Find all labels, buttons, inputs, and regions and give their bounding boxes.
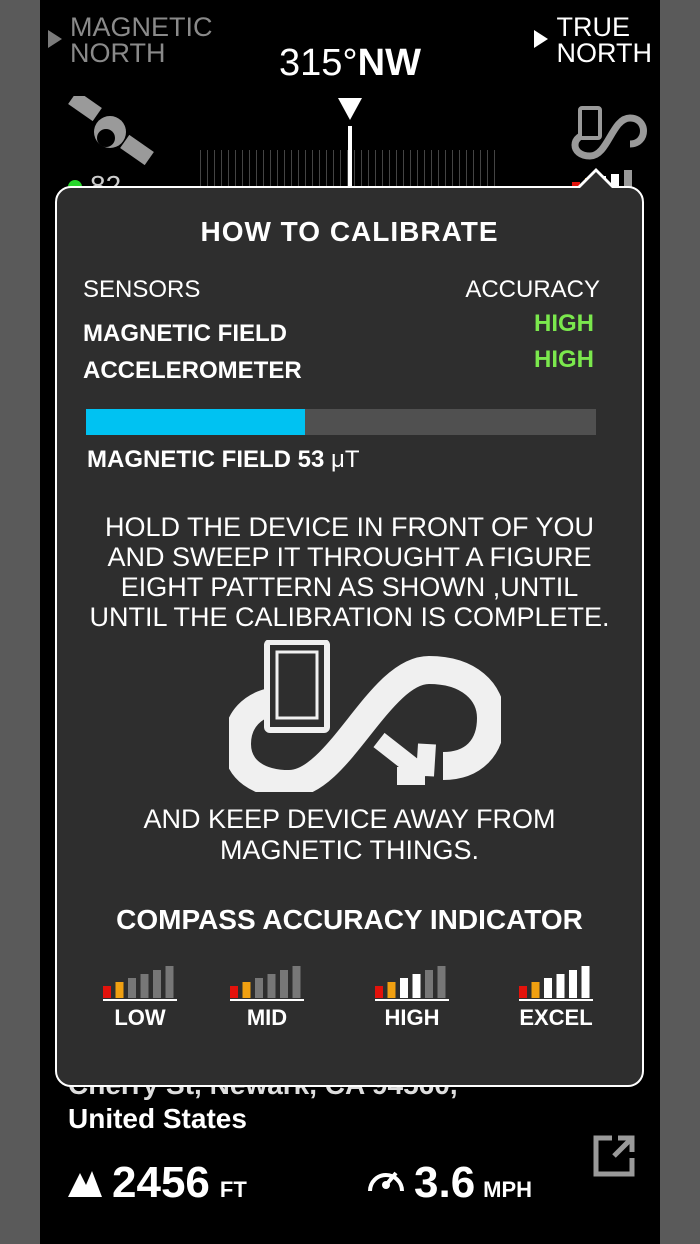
accuracy-bars-icon	[230, 966, 301, 998]
heading-pointer-icon	[338, 98, 362, 120]
accuracy-bar	[230, 986, 238, 998]
sensor-name-magnetic: MAGNETIC FIELD	[83, 320, 287, 347]
satellite-icon[interactable]	[68, 96, 154, 168]
accuracy-bar	[165, 966, 174, 998]
heading-needle	[348, 126, 352, 188]
accuracy-header: ACCURACY	[465, 276, 600, 303]
indicator-excel: EXCEL	[511, 966, 601, 1031]
dialog-caret-inner	[579, 172, 613, 189]
accuracy-bars-icon	[103, 966, 174, 998]
instruction-line: AND SWEEP IT THROUGHT A FIGURE	[107, 542, 592, 572]
warning-line: AND KEEP DEVICE AWAY FROM	[143, 804, 556, 834]
instruction-line: UNTIL THE CALIBRATION IS COMPLETE.	[89, 602, 610, 632]
true-north-line1: TRUE	[556, 12, 630, 42]
accuracy-bar	[375, 986, 383, 998]
indicator-high: HIGH	[367, 966, 457, 1031]
accuracy-bar	[267, 974, 276, 998]
indicator-label: EXCEL	[519, 1005, 593, 1030]
accuracy-bar	[569, 970, 577, 998]
field-strength-fill	[86, 409, 306, 435]
warning-line: MAGNETIC THINGS.	[219, 835, 480, 865]
dialog-title: HOW TO CALIBRATE	[200, 216, 499, 247]
instruction-line: HOLD THE DEVICE IN FRONT OF YOU	[104, 512, 595, 542]
indicator-label: HIGH	[384, 1005, 440, 1030]
magnet-warning: AND KEEP DEVICE AWAY FROM MAGNETIC THING…	[57, 804, 642, 866]
magnetic-north-line1: MAGNETIC	[70, 12, 213, 42]
accuracy-bar	[531, 982, 540, 998]
field-strength-text: MAGNETIC FIELD 53	[87, 446, 325, 473]
accuracy-bar	[556, 974, 565, 998]
accuracy-bar	[103, 986, 111, 998]
accuracy-bar	[292, 966, 301, 998]
heading-readout: 315°NW	[40, 42, 660, 85]
sensors-header: SENSORS	[83, 276, 201, 303]
indicator-label: LOW	[114, 1005, 166, 1030]
calibrate-figure-eight-icon[interactable]	[568, 104, 650, 160]
indicator-underline	[103, 999, 177, 1001]
altitude-value: 2456	[112, 1158, 210, 1207]
accuracy-bar	[412, 974, 421, 998]
accuracy-bars-icon	[375, 966, 446, 998]
accuracy-bar	[387, 982, 396, 998]
indicator-underline	[375, 999, 449, 1001]
accuracy-bar	[153, 970, 161, 998]
instruction-line: EIGHT PATTERN AS SHOWN ,UNTIL	[120, 572, 579, 602]
accuracy-bar	[280, 970, 288, 998]
indicator-mid: MID	[222, 966, 312, 1031]
heading-degrees: 315°	[279, 42, 358, 84]
accuracy-bar	[519, 986, 527, 998]
indicator-underline	[230, 999, 304, 1001]
altitude-unit: FT	[219, 1177, 247, 1202]
speedometer-icon	[368, 1171, 404, 1192]
field-strength-bar	[86, 409, 596, 435]
accuracy-bar	[581, 966, 590, 998]
sensor-name-accelerometer: ACCELEROMETER	[83, 357, 302, 384]
calibration-dialog: HOW TO CALIBRATE SENSORS ACCURACY MAGNET…	[55, 172, 644, 1087]
indicator-underline	[519, 999, 593, 1001]
figure-eight-illustration-icon	[229, 640, 501, 792]
field-strength-label: MAGNETIC FIELD 53 μT	[87, 446, 360, 474]
indicator-low: LOW	[95, 966, 185, 1031]
field-unit: μT	[331, 446, 360, 473]
accuracy-bar	[425, 970, 433, 998]
accuracy-bars-icon	[519, 966, 590, 998]
speed-readout: 3.6 MPH	[366, 1158, 532, 1208]
indicator-title: COMPASS ACCURACY INDICATOR	[116, 904, 583, 935]
address-line2: United States	[68, 1103, 247, 1134]
accuracy-bar	[128, 978, 136, 998]
altitude-readout: 2456 FT	[68, 1158, 247, 1208]
calibration-instructions: HOLD THE DEVICE IN FRONT OF YOU AND SWEE…	[57, 512, 642, 632]
indicator-label: MID	[246, 1005, 288, 1030]
accuracy-bar	[400, 978, 408, 998]
sensor-accuracy-magnetic: HIGH	[534, 310, 594, 337]
heading-direction: NW	[357, 42, 421, 84]
speed-unit: MPH	[483, 1177, 533, 1202]
sensor-accuracy-accelerometer: HIGH	[534, 346, 594, 373]
accuracy-bar	[242, 982, 251, 998]
accuracy-bar	[255, 978, 263, 998]
mountain-icon	[68, 1171, 102, 1197]
accuracy-bar	[115, 982, 124, 998]
accuracy-bar	[544, 978, 552, 998]
accuracy-bar	[437, 966, 446, 998]
accuracy-bar	[140, 974, 149, 998]
share-icon[interactable]	[592, 1132, 638, 1178]
speed-value: 3.6	[414, 1158, 476, 1207]
